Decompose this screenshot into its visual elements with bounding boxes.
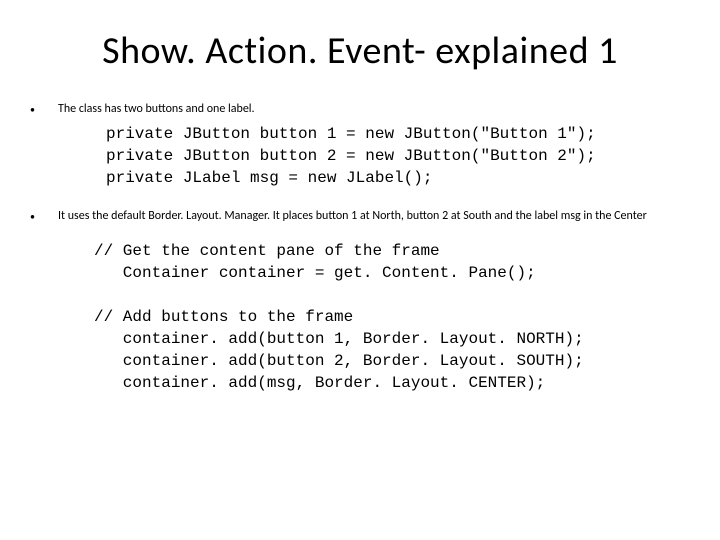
bullet-icon: • <box>30 209 58 224</box>
bullet-text: The class has two buttons and one label. <box>58 102 255 116</box>
bullet-icon: • <box>30 102 58 117</box>
bullet-text: It uses the default Border. Layout. Mana… <box>58 209 647 223</box>
code-block-2: // Get the content pane of the frame Con… <box>94 240 690 394</box>
bullet-item: • It uses the default Border. Layout. Ma… <box>30 209 690 224</box>
slide-title: Show. Action. Event- explained 1 <box>30 28 690 74</box>
slide: Show. Action. Event- explained 1 • The c… <box>0 0 720 540</box>
code-block-1: private JButton button 1 = new JButton("… <box>106 123 690 189</box>
bullet-item: • The class has two buttons and one labe… <box>30 102 690 117</box>
